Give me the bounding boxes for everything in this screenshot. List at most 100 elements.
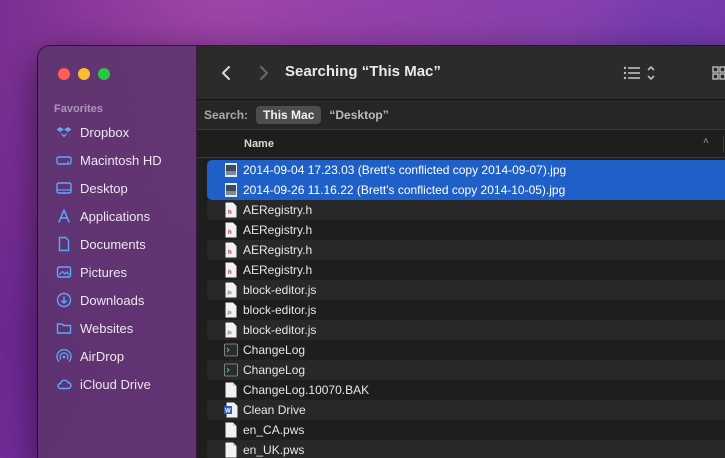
file-name: block-editor.js bbox=[243, 303, 317, 317]
zoom-button[interactable] bbox=[98, 68, 110, 80]
sidebar-item-label: Websites bbox=[80, 320, 134, 336]
js-file-icon: js bbox=[224, 322, 238, 338]
svg-text:h: h bbox=[228, 210, 232, 216]
file-name: AERegistry.h bbox=[243, 223, 313, 237]
file-row[interactable]: 2014-09-26 11.16.22 (Brett's conflicted … bbox=[207, 180, 725, 200]
search-scope-bar: Search: This Mac “Desktop” bbox=[197, 100, 725, 130]
finder-window: Favorites Dropbox Macintosh HD Desktop Appl… bbox=[38, 46, 725, 458]
cloud-icon bbox=[56, 376, 72, 392]
svg-text:js: js bbox=[227, 310, 232, 316]
header-file-icon: h bbox=[224, 262, 238, 278]
blank-file-icon bbox=[224, 442, 238, 458]
file-name: 2014-09-04 17.23.03 (Brett's conflicted … bbox=[243, 163, 567, 177]
sidebar-item-documents[interactable]: Documents bbox=[38, 230, 196, 258]
sidebar-item-label: iCloud Drive bbox=[80, 376, 151, 392]
list-view-icon bbox=[623, 65, 655, 81]
file-row[interactable]: js block-editor.js bbox=[207, 280, 725, 300]
terminal-file-icon bbox=[224, 342, 238, 358]
file-row[interactable]: h AERegistry.h bbox=[207, 260, 725, 280]
file-row[interactable]: en_CA.pws bbox=[207, 420, 725, 440]
svg-text:h: h bbox=[228, 250, 232, 256]
toolbar: Searching “This Mac” bbox=[197, 46, 725, 100]
favorites-header: Favorites bbox=[54, 103, 103, 115]
sidebar-list: Dropbox Macintosh HD Desktop Applications Do… bbox=[38, 118, 196, 398]
file-name: en_UK.pws bbox=[243, 443, 305, 457]
sidebar-item-label: Pictures bbox=[80, 264, 127, 280]
document-icon bbox=[56, 236, 72, 252]
column-divider[interactable] bbox=[723, 135, 724, 153]
file-name: AERegistry.h bbox=[243, 263, 313, 277]
sidebar-item-downloads[interactable]: Downloads bbox=[38, 286, 196, 314]
word-document-icon: W bbox=[224, 402, 238, 418]
header-file-icon: h bbox=[224, 222, 238, 238]
file-name: ChangeLog bbox=[243, 363, 306, 377]
sidebar-item-label: Applications bbox=[80, 208, 151, 224]
file-row[interactable]: h AERegistry.h bbox=[207, 220, 725, 240]
blank-file-icon bbox=[224, 422, 238, 438]
column-header: Name ˄ bbox=[197, 130, 725, 158]
image-file-icon bbox=[224, 182, 238, 198]
file-row[interactable]: ChangeLog.10070.BAK bbox=[207, 380, 725, 400]
sidebar-item-label: Macintosh HD bbox=[80, 152, 162, 168]
window-title: Searching “This Mac” bbox=[285, 63, 441, 80]
file-row[interactable]: ChangeLog bbox=[207, 340, 725, 360]
file-name: block-editor.js bbox=[243, 283, 317, 297]
file-row[interactable]: js block-editor.js bbox=[207, 300, 725, 320]
file-name: ChangeLog bbox=[243, 343, 306, 357]
sidebar: Favorites Dropbox Macintosh HD Desktop Appl… bbox=[38, 46, 197, 458]
main-pane: Searching “This Mac” Search: This Mac “D… bbox=[197, 46, 725, 458]
file-row[interactable]: W Clean Drive bbox=[207, 400, 725, 420]
chevron-left-icon bbox=[222, 66, 230, 80]
sidebar-item-pictures[interactable]: Pictures bbox=[38, 258, 196, 286]
sidebar-item-desktop[interactable]: Desktop bbox=[38, 174, 196, 202]
file-row[interactable]: ChangeLog bbox=[207, 360, 725, 380]
sidebar-item-macintosh-hd[interactable]: Macintosh HD bbox=[38, 146, 196, 174]
sidebar-item-label: Documents bbox=[80, 236, 146, 252]
header-file-icon: h bbox=[224, 202, 238, 218]
sidebar-item-dropbox[interactable]: Dropbox bbox=[38, 118, 196, 146]
image-file-icon bbox=[224, 162, 238, 178]
file-row[interactable]: h AERegistry.h bbox=[207, 200, 725, 220]
file-row[interactable]: 2014-09-04 17.23.03 (Brett's conflicted … bbox=[207, 160, 725, 180]
file-name: ChangeLog.10070.BAK bbox=[243, 383, 370, 397]
downloads-icon bbox=[56, 292, 72, 308]
svg-text:h: h bbox=[228, 230, 232, 236]
file-row[interactable]: h AERegistry.h bbox=[207, 240, 725, 260]
scope-this-mac-button[interactable]: This Mac bbox=[256, 105, 322, 124]
chevron-right-icon bbox=[260, 66, 268, 80]
sidebar-item-applications[interactable]: Applications bbox=[38, 202, 196, 230]
js-file-icon: js bbox=[224, 302, 238, 318]
pictures-icon bbox=[56, 264, 72, 280]
header-file-icon: h bbox=[224, 242, 238, 258]
airdrop-icon bbox=[56, 348, 72, 364]
sidebar-item-airdrop[interactable]: AirDrop bbox=[38, 342, 196, 370]
file-name: 2014-09-26 11.16.22 (Brett's conflicted … bbox=[243, 183, 566, 197]
window-controls bbox=[58, 68, 110, 80]
file-name: AERegistry.h bbox=[243, 243, 313, 257]
grid-icon bbox=[712, 66, 725, 80]
file-name: en_CA.pws bbox=[243, 423, 305, 437]
sidebar-item-icloud-drive[interactable]: iCloud Drive bbox=[38, 370, 196, 398]
forward-button[interactable] bbox=[253, 63, 273, 83]
file-row[interactable]: js block-editor.js bbox=[207, 320, 725, 340]
svg-text:W: W bbox=[225, 409, 231, 415]
view-options-button[interactable] bbox=[623, 63, 663, 83]
file-name: Clean Drive bbox=[243, 403, 306, 417]
sidebar-item-websites[interactable]: Websites bbox=[38, 314, 196, 342]
back-button[interactable] bbox=[217, 63, 237, 83]
js-file-icon: js bbox=[224, 282, 238, 298]
close-button[interactable] bbox=[58, 68, 70, 80]
name-column-header[interactable]: Name bbox=[244, 138, 274, 150]
file-row[interactable]: en_UK.pws bbox=[207, 440, 725, 458]
minimize-button[interactable] bbox=[78, 68, 90, 80]
scope-desktop-button[interactable]: “Desktop” bbox=[329, 108, 388, 122]
applications-icon bbox=[56, 208, 72, 224]
file-name: AERegistry.h bbox=[243, 203, 313, 217]
folder-icon bbox=[56, 320, 72, 336]
file-name: block-editor.js bbox=[243, 323, 317, 337]
hard-drive-icon bbox=[56, 152, 72, 168]
sidebar-item-label: Downloads bbox=[80, 292, 145, 308]
group-button[interactable] bbox=[711, 63, 725, 83]
file-list: 2014-09-04 17.23.03 (Brett's conflicted … bbox=[207, 160, 725, 458]
dropbox-icon bbox=[56, 124, 72, 140]
